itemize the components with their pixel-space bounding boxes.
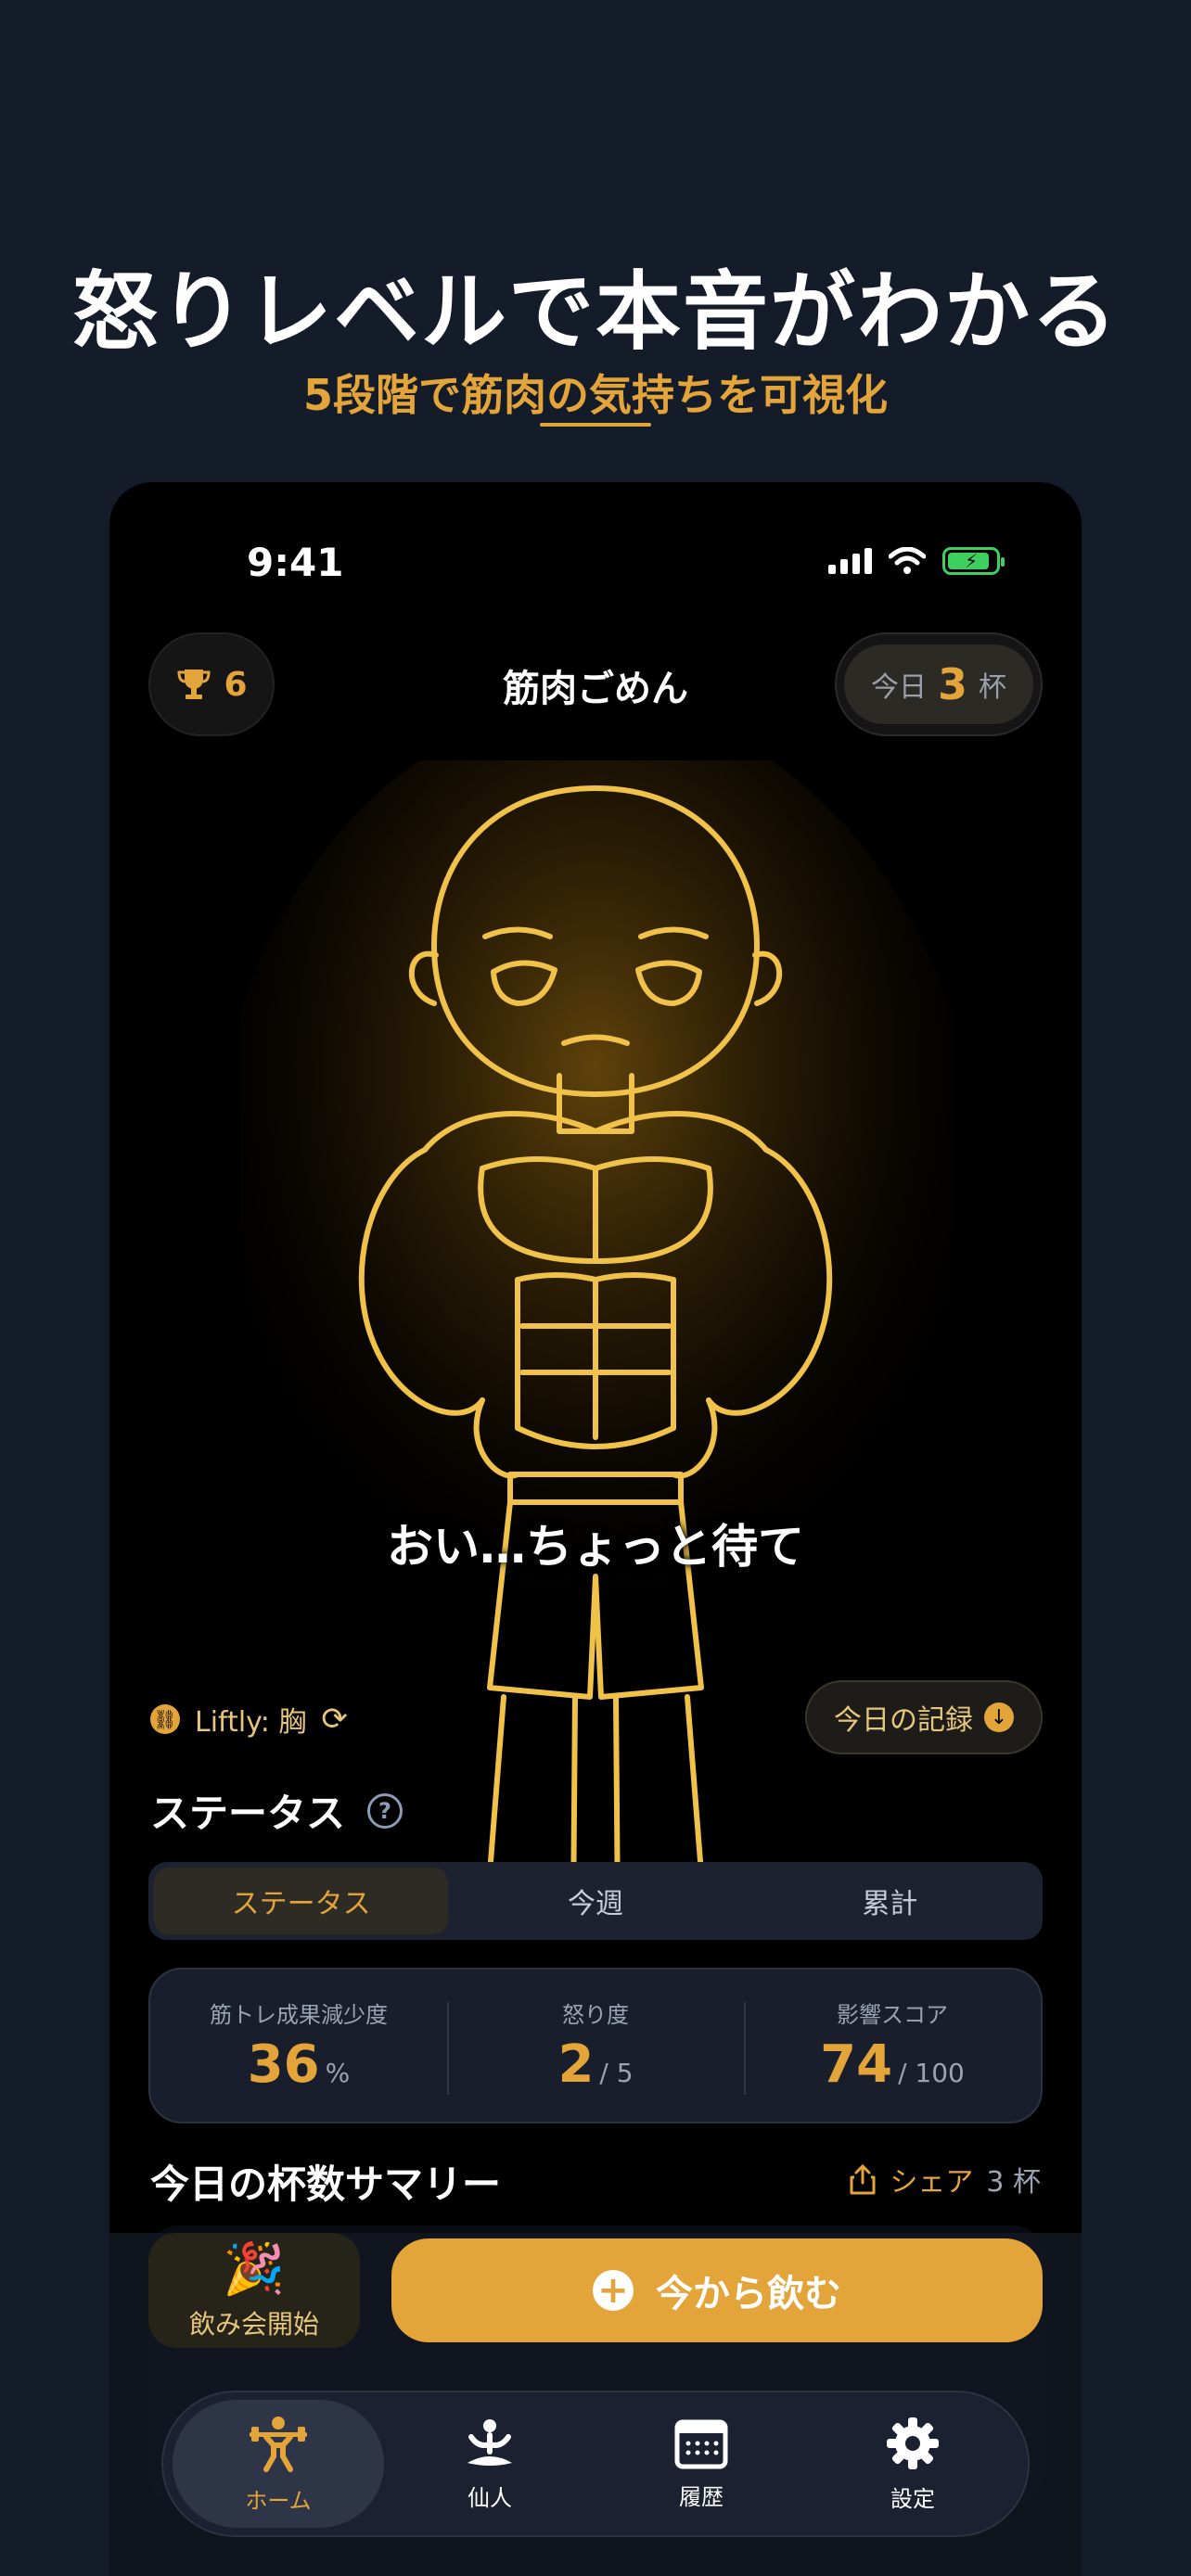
meditation-icon bbox=[467, 2418, 512, 2466]
tab-label: 履歴 bbox=[679, 2483, 724, 2510]
tab-sennin[interactable]: 仙人 bbox=[384, 2400, 596, 2528]
help-icon[interactable]: ? bbox=[367, 1792, 403, 1829]
share-icon bbox=[850, 2163, 876, 2195]
tab-settings[interactable]: 設定 bbox=[807, 2400, 1018, 2528]
party-start-button[interactable]: 🎉 飲み会開始 bbox=[148, 2233, 360, 2348]
tab-this-week[interactable]: 今週 bbox=[448, 1868, 742, 1934]
refresh-icon[interactable]: ⟳ bbox=[321, 1701, 348, 1738]
stat-impact-score: 影響スコア 74/ 100 bbox=[744, 1996, 1041, 2095]
subline-underline bbox=[540, 423, 651, 427]
tab-total[interactable]: 累計 bbox=[743, 1868, 1037, 1934]
tab-label: 設定 bbox=[890, 2485, 935, 2512]
drink-label: 今から飲む bbox=[656, 2273, 841, 2315]
stat-label: 影響スコア bbox=[837, 2002, 948, 2028]
summary-title: 今日の杯数サマリー bbox=[150, 2162, 502, 2207]
tab-home[interactable]: ホーム bbox=[173, 2400, 384, 2528]
phone-screen: 9:41 ⚡ 6 筋肉ごめん 今日 3 杯 おい…ちょっと待て ⛓ Liftly… bbox=[109, 482, 1082, 2576]
tab-label: 仙人 bbox=[467, 2484, 512, 2511]
stat-anger-level: 怒り度 2/ 5 bbox=[447, 1996, 744, 2095]
share-label: シェア bbox=[890, 2166, 974, 2199]
party-popper-icon: 🎉 bbox=[223, 2239, 286, 2298]
stat-label: 筋トレ成果減少度 bbox=[210, 2002, 388, 2028]
liftly-label: Liftly: 胸 bbox=[195, 1706, 307, 1739]
stat-training-loss: 筋トレ成果減少度 36% bbox=[150, 1996, 447, 2095]
status-title-text: ステータス bbox=[150, 1791, 346, 1836]
today-count-badge[interactable]: 今日 3 杯 bbox=[835, 632, 1043, 736]
tab-history[interactable]: 履歴 bbox=[596, 2400, 807, 2528]
calendar-icon bbox=[674, 2419, 728, 2468]
plus-icon: + bbox=[593, 2270, 634, 2311]
wifi-icon bbox=[889, 547, 926, 574]
stat-unit: / 100 bbox=[898, 2058, 965, 2088]
stats-card: 筋トレ成果減少度 36% 怒り度 2/ 5 影響スコア 74/ 100 bbox=[148, 1968, 1043, 2123]
tab-label: ホーム bbox=[245, 2487, 312, 2514]
drink-now-button[interactable]: + 今から飲む bbox=[391, 2238, 1043, 2342]
stat-value: 2 bbox=[557, 2034, 595, 2095]
promo-headline: 怒りレベルで本音がわかる bbox=[71, 262, 1119, 362]
promo-subline: 5段階で筋肉の気持ちを可視化 bbox=[302, 370, 888, 420]
today-count: 3 bbox=[937, 659, 967, 709]
party-label: 飲み会開始 bbox=[188, 2309, 319, 2340]
today-record-button[interactable]: 今日の記録 ↓ bbox=[805, 1680, 1043, 1754]
stat-value: 36 bbox=[247, 2034, 320, 2095]
status-icons: ⚡ bbox=[828, 547, 1005, 575]
summary-share[interactable]: シェア 3 杯 bbox=[849, 2159, 1041, 2200]
mascot-speech: おい…ちょっと待て bbox=[387, 1520, 804, 1574]
stat-unit: / 5 bbox=[599, 2058, 634, 2088]
stat-value: 74 bbox=[820, 2034, 893, 2095]
stat-label: 怒り度 bbox=[562, 2002, 629, 2028]
liftly-link[interactable]: ⛓ Liftly: 胸 ⟳ bbox=[150, 1699, 348, 1740]
record-button-label: 今日の記録 bbox=[834, 1704, 973, 1737]
link-icon: ⛓ bbox=[150, 1704, 180, 1734]
signal-icon bbox=[828, 548, 872, 574]
download-icon: ↓ bbox=[984, 1702, 1014, 1732]
today-label: 今日 bbox=[870, 671, 927, 704]
tab-status[interactable]: ステータス bbox=[154, 1868, 449, 1934]
status-section-title: ステータス ? bbox=[150, 1782, 403, 1839]
summary-count: 3 杯 bbox=[986, 2166, 1041, 2199]
battery-icon: ⚡ bbox=[942, 547, 1005, 575]
stat-unit: % bbox=[325, 2058, 351, 2088]
status-segmented-control: ステータス 今週 累計 bbox=[148, 1862, 1043, 1940]
status-time: 9:41 bbox=[247, 540, 344, 585]
today-unit: 杯 bbox=[979, 671, 1006, 704]
weightlifter-icon bbox=[250, 2416, 307, 2472]
gear-icon bbox=[887, 2417, 939, 2469]
bottom-tab-bar: ホーム 仙人 履歴 設定 bbox=[161, 2391, 1030, 2537]
